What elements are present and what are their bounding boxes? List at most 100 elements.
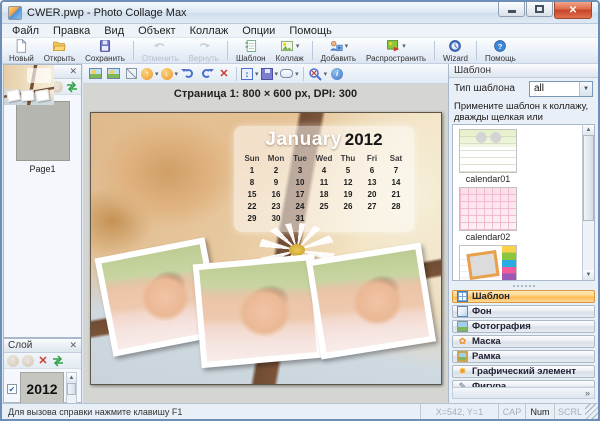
wizard-button[interactable]: Wizard xyxy=(438,39,473,62)
export-icon xyxy=(261,68,273,80)
swap-arrows-icon xyxy=(52,355,64,367)
delete-layer-button[interactable]: ✕ xyxy=(37,355,49,367)
panel-splitter[interactable] xyxy=(452,283,595,289)
swap-layers-button[interactable] xyxy=(52,355,64,367)
scroll-down-icon[interactable]: ▼ xyxy=(583,270,594,280)
dropdown-icon[interactable]: ▾ xyxy=(175,70,179,78)
delete-object-button[interactable]: ✕ xyxy=(216,66,232,82)
template-type-select[interactable]: all ▼ xyxy=(529,81,593,97)
page-info-button[interactable]: i xyxy=(329,66,345,82)
replace-image-button[interactable] xyxy=(105,66,121,82)
page-thumbnail[interactable] xyxy=(16,101,70,161)
calendar-day-header: Sat xyxy=(384,153,408,165)
dropdown-icon[interactable]: ▾ xyxy=(402,42,406,50)
layer-thumbnail[interactable]: 2012 xyxy=(20,372,64,406)
menu-collage[interactable]: Коллаж xyxy=(190,25,229,37)
calendar-month: January xyxy=(265,129,341,151)
dropdown-icon[interactable]: ▾ xyxy=(275,70,279,78)
mask-flower-icon: ✿ xyxy=(457,336,468,347)
distribute-button[interactable]: ▾ Распространить xyxy=(361,39,431,62)
nav-background-button[interactable]: Фон xyxy=(452,305,595,318)
layer-down-button: ↓ xyxy=(22,355,34,367)
delete-icon: ✕ xyxy=(219,67,228,80)
dropdown-icon[interactable]: ▾ xyxy=(255,70,259,78)
swap-pages-button[interactable] xyxy=(66,81,78,93)
template-icon xyxy=(244,39,258,53)
minimize-button[interactable] xyxy=(498,2,525,17)
template-thumbnail[interactable] xyxy=(459,187,517,231)
open-folder-icon xyxy=(52,39,66,53)
layer-panel-title: Слой xyxy=(8,340,69,351)
menu-view[interactable]: Вид xyxy=(104,25,124,37)
calendar-date: 13 xyxy=(360,177,384,189)
new-document-icon xyxy=(14,39,28,53)
menu-object[interactable]: Объект xyxy=(138,25,175,37)
nav-overflow-button[interactable]: » xyxy=(452,387,595,399)
scroll-up-icon[interactable]: ▲ xyxy=(583,125,594,135)
photo-object-3[interactable] xyxy=(306,243,436,360)
send-backward-button[interactable]: ↓▾ xyxy=(161,66,179,82)
menu-edit[interactable]: Правка xyxy=(53,25,90,37)
template-thumbnail[interactable] xyxy=(459,245,517,281)
menu-file[interactable]: Файл xyxy=(12,25,39,37)
close-button[interactable]: ✕ xyxy=(554,2,592,19)
layer-panel-close-icon[interactable]: ✕ xyxy=(69,340,77,351)
dropdown-icon[interactable]: ▾ xyxy=(295,70,299,78)
template-label: calendar01 xyxy=(466,173,511,185)
dropdown-icon[interactable]: ▾ xyxy=(296,42,300,50)
fit-page-button[interactable]: ↕▾ xyxy=(241,66,259,82)
calendar-date: 26 xyxy=(336,201,360,213)
template-thumbnail[interactable] xyxy=(459,129,517,173)
insert-image-button[interactable] xyxy=(87,66,103,82)
maximize-button[interactable] xyxy=(526,2,553,17)
template-item[interactable]: calendar02 xyxy=(457,187,519,243)
scrollbar-thumb[interactable] xyxy=(583,135,594,221)
nav-mask-button[interactable]: ✿ Маска xyxy=(452,335,595,348)
scroll-up-icon[interactable]: ▲ xyxy=(67,373,76,383)
nav-frame-button[interactable]: Рамка xyxy=(452,350,595,363)
photo-object-2[interactable] xyxy=(193,254,324,368)
chevron-down-icon[interactable]: ▼ xyxy=(579,82,592,96)
nav-graphic-button[interactable]: ✸ Графический элемент xyxy=(452,365,595,378)
template-item[interactable]: calendar01 xyxy=(457,129,519,185)
page-shape-button[interactable]: ▾ xyxy=(280,66,299,82)
dropdown-icon[interactable]: ▾ xyxy=(155,70,159,78)
scrollbar-thumb[interactable] xyxy=(67,383,76,395)
resize-grip[interactable] xyxy=(585,404,598,419)
crop-button[interactable] xyxy=(123,66,139,82)
export-button[interactable]: ▾ xyxy=(261,66,279,82)
template-scrollbar[interactable]: ▲ ▼ xyxy=(582,125,594,280)
collage-button[interactable]: ▾ Коллаж xyxy=(271,39,309,62)
layer-visibility-checkbox[interactable]: ✔ xyxy=(7,384,17,394)
template-item[interactable]: calendar03 xyxy=(457,245,519,281)
dropdown-icon[interactable]: ▾ xyxy=(324,70,328,78)
template-sidebar: Шаблон Тип шаблона all ▼ Примените шабло… xyxy=(448,64,598,403)
open-button[interactable]: Открыть xyxy=(39,39,80,62)
menu-options[interactable]: Опции xyxy=(242,25,275,37)
new-button[interactable]: Новый xyxy=(4,39,39,62)
nav-photo-button[interactable]: Фотография xyxy=(452,320,595,333)
help-button[interactable]: ? Помощь xyxy=(480,39,521,62)
frame-icon xyxy=(457,351,468,362)
status-capslock: CAP xyxy=(498,404,525,419)
calendar-grid: 1234567891011121314151617181920212223242… xyxy=(240,165,408,225)
minimize-icon xyxy=(508,10,516,13)
calendar-date: 15 xyxy=(240,189,264,201)
add-button[interactable]: ▾ Добавить xyxy=(316,39,361,62)
page-panel-close-icon[interactable]: ✕ xyxy=(69,66,77,77)
nav-template-button[interactable]: Шаблон xyxy=(452,290,595,303)
bring-forward-button[interactable]: ↑▾ xyxy=(141,66,159,82)
zoom-reset-button[interactable]: ▾ xyxy=(308,66,328,82)
save-button[interactable]: Сохранить xyxy=(80,39,130,62)
rotate-ccw-button[interactable] xyxy=(198,66,214,82)
template-type-label: Тип шаблона xyxy=(454,83,525,94)
collage-icon xyxy=(280,39,294,53)
dropdown-icon[interactable]: ▾ xyxy=(345,42,349,50)
calendar-date xyxy=(384,213,408,225)
window-title: CWER.pwp - Photo Collage Max xyxy=(27,7,187,19)
calendar-object[interactable]: January 2012 SunMonTueWedThuFriSat 12345… xyxy=(234,126,414,232)
collage-page[interactable]: January 2012 SunMonTueWedThuFriSat 12345… xyxy=(90,112,442,385)
rotate-cw-button[interactable] xyxy=(180,66,196,82)
template-button[interactable]: Шаблон xyxy=(231,39,271,62)
menu-help[interactable]: Помощь xyxy=(289,25,332,37)
